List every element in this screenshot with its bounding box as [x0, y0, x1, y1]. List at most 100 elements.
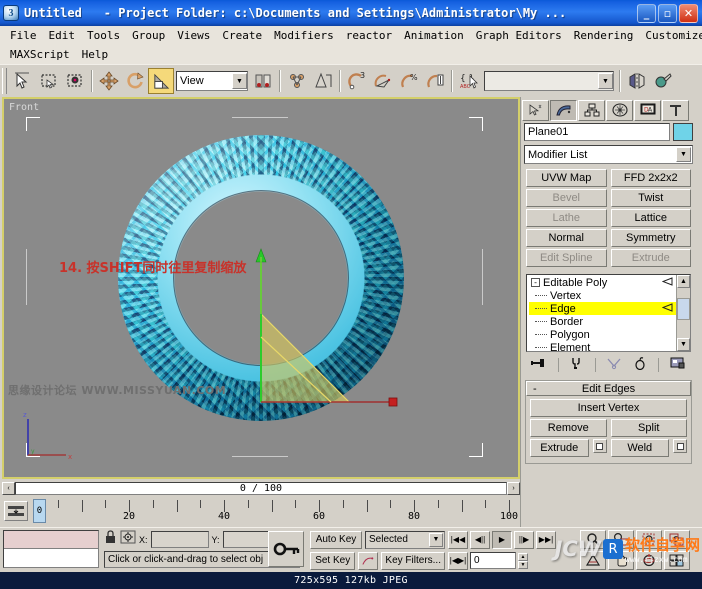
weld-button[interactable]: Weld — [610, 439, 669, 457]
stack-item-edge[interactable]: Edge — [529, 302, 676, 315]
show-end-result-flag-icon[interactable] — [661, 302, 673, 315]
selection-scope-dropdown[interactable]: Selected ▼ — [365, 530, 445, 549]
menu-item-rendering[interactable]: Rendering — [568, 28, 640, 43]
remove-modifier-icon[interactable] — [633, 356, 647, 375]
stack-item-vertex[interactable]: Vertex — [529, 289, 676, 302]
motion-tab-icon[interactable] — [606, 99, 633, 121]
minimize-button[interactable]: _ — [637, 3, 656, 23]
show-end-result-icon[interactable] — [570, 356, 584, 375]
hierarchy-tab-icon[interactable] — [578, 99, 605, 121]
menu-item-edit[interactable]: Edit — [43, 28, 82, 43]
menu-item-create[interactable]: Create — [216, 28, 268, 43]
show-end-result-flag-icon[interactable] — [661, 276, 673, 289]
chevron-down-icon-modlist[interactable]: ▼ — [676, 147, 691, 162]
key-mode-icon[interactable]: |◀▶| — [448, 551, 468, 570]
select-object-icon[interactable] — [10, 68, 36, 94]
menu-item-tools[interactable]: Tools — [81, 28, 126, 43]
scroll-right-icon[interactable]: › — [507, 481, 520, 495]
menu-item-group[interactable]: Group — [126, 28, 171, 43]
maximize-button[interactable]: ▫ — [658, 3, 677, 23]
listener-output-line[interactable] — [4, 549, 98, 567]
stack-scroll-up-icon[interactable]: ▲ — [677, 275, 690, 288]
modifier-stack[interactable]: - Editable Poly Vertex Edge Border Polygon Ele… — [526, 274, 691, 352]
make-unique-icon[interactable] — [606, 356, 622, 375]
split-button[interactable]: Split — [610, 419, 687, 437]
normal-align-icon[interactable] — [422, 68, 448, 94]
menu-item-customize[interactable]: Customize — [639, 28, 702, 43]
modifier-button-twist[interactable]: Twist — [610, 189, 691, 207]
stack-item-element[interactable]: Element — [529, 341, 676, 351]
configure-modifier-sets-icon[interactable] — [670, 356, 686, 375]
rollout-collapse-icon[interactable]: - — [533, 383, 537, 395]
object-color-swatch[interactable] — [673, 123, 693, 141]
menu-item-modifiers[interactable]: Modifiers — [268, 28, 340, 43]
absolute-relative-transform-icon[interactable] — [120, 529, 136, 550]
torus-bracelet-object[interactable] — [118, 135, 404, 421]
stack-collapse-icon[interactable]: - — [531, 278, 540, 287]
auto-key-button[interactable]: Auto Key — [310, 530, 362, 549]
modify-tab-icon[interactable] — [550, 99, 577, 121]
stack-item-editable-poly[interactable]: - Editable Poly — [529, 276, 676, 289]
insert-vertex-button[interactable]: Insert Vertex — [530, 399, 687, 417]
viewport-label[interactable]: Front — [9, 102, 39, 113]
menu-item-help[interactable]: Help — [76, 47, 115, 62]
select-region-icon[interactable] — [36, 68, 62, 94]
current-frame-field[interactable]: 0 — [470, 552, 516, 569]
current-frame-readout[interactable]: 0 / 100 — [15, 481, 507, 495]
object-name-field[interactable]: Plane01 — [524, 123, 670, 141]
goto-start-icon[interactable]: |◀◀ — [448, 530, 468, 549]
chevron-down-icon-scope[interactable]: ▼ — [429, 532, 443, 547]
align-icon[interactable] — [310, 68, 336, 94]
time-slider-cursor[interactable]: 0 — [33, 499, 46, 523]
modifier-list-dropdown[interactable]: Modifier List ▼ — [524, 145, 693, 164]
open-mini-curve-editor-icon[interactable] — [4, 501, 28, 521]
extrude-settings-button[interactable] — [592, 439, 607, 453]
weld-settings-button[interactable] — [673, 439, 687, 453]
modifier-button-lattice[interactable]: Lattice — [610, 209, 691, 227]
material-editor-icon[interactable] — [650, 68, 676, 94]
extrude-button[interactable]: Extrude — [530, 439, 589, 457]
set-key-curve-icon[interactable] — [358, 551, 379, 570]
stack-scroll-thumb[interactable] — [677, 298, 690, 320]
display-tab-icon[interactable]: DA — [634, 99, 661, 121]
select-by-name-icon[interactable] — [62, 68, 88, 94]
maxscript-mini-listener[interactable] — [3, 530, 99, 568]
y-coordinate-field[interactable] — [222, 531, 269, 548]
pin-stack-icon[interactable] — [531, 356, 547, 375]
named-selection-sets-field[interactable]: ▼ — [484, 71, 614, 91]
play-animation-icon[interactable]: ▶ — [492, 530, 512, 549]
select-and-rotate-icon[interactable] — [122, 68, 148, 94]
select-and-scale-icon[interactable] — [148, 68, 174, 94]
named-selection-sets-icon[interactable]: { } ABC — [456, 68, 482, 94]
create-tab-icon[interactable] — [522, 99, 549, 121]
toolbar-grip[interactable] — [2, 68, 7, 94]
listener-input-line[interactable] — [4, 531, 98, 549]
goto-end-icon[interactable]: ▶▶| — [536, 530, 556, 549]
scroll-left-icon[interactable]: ‹ — [2, 481, 15, 495]
menu-item-file[interactable]: File — [4, 28, 43, 43]
menu-item-views[interactable]: Views — [171, 28, 216, 43]
active-viewport-frame[interactable]: Front 14. 按SHIFT同时往里复制缩放 思缘设计论坛 WWW.MISS… — [2, 97, 520, 479]
menu-item-animation[interactable]: Animation — [398, 28, 470, 43]
snapshot-icon[interactable] — [370, 68, 396, 94]
array-icon[interactable]: 3 — [344, 68, 370, 94]
stack-item-polygon[interactable]: Polygon — [529, 328, 676, 341]
select-and-move-icon[interactable] — [96, 68, 122, 94]
spacing-tool-icon[interactable]: % — [396, 68, 422, 94]
previous-frame-icon[interactable]: ◀|| — [470, 530, 490, 549]
chevron-down-icon-2[interactable]: ▼ — [598, 73, 613, 89]
use-pivot-point-center-icon[interactable] — [250, 68, 276, 94]
utilities-tab-icon[interactable] — [662, 99, 689, 121]
timeline-ruler[interactable]: 20 40 60 80 100 — [32, 496, 518, 526]
reference-coordinate-system-dropdown[interactable]: View ▼ — [176, 71, 248, 91]
stack-item-border[interactable]: Border — [529, 315, 676, 328]
edit-edges-rollout-header[interactable]: - Edit Edges — [526, 381, 691, 396]
mirror-objects-icon[interactable] — [624, 68, 650, 94]
mirror-icon[interactable] — [284, 68, 310, 94]
x-coordinate-field[interactable] — [150, 531, 209, 548]
menu-item-maxscript[interactable]: MAXScript — [4, 47, 76, 62]
key-mode-toggle-icon[interactable] — [268, 531, 304, 567]
remove-button[interactable]: Remove — [530, 419, 607, 437]
modifier-stack-list[interactable]: - Editable Poly Vertex Edge Border Polygon Ele… — [527, 275, 676, 351]
set-key-button[interactable]: Set Key — [310, 551, 356, 570]
